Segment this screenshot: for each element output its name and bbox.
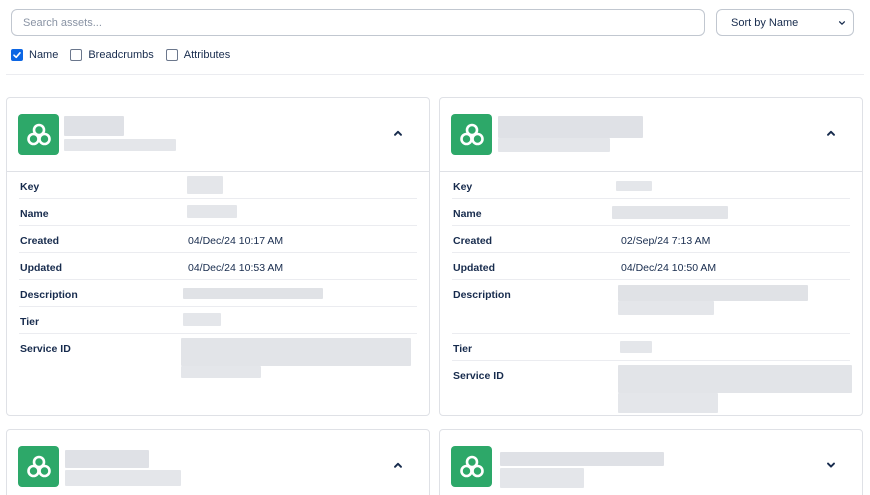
divider: [6, 74, 864, 75]
attribute-label: Tier: [453, 343, 473, 355]
redacted-value: [181, 366, 261, 378]
attribute-label: Service ID: [20, 343, 71, 355]
redacted-title: [498, 116, 643, 138]
collapse-button[interactable]: [824, 126, 838, 140]
attribute-label: Name: [20, 208, 49, 220]
asset-card: Key Name Created 02/Sep/24 7:13 AM Update…: [439, 97, 863, 416]
sort-select[interactable]: Sort by Name: [716, 9, 854, 36]
attribute-label: Updated: [453, 262, 495, 274]
attribute-label: Description: [20, 289, 78, 301]
chevron-up-icon: [827, 130, 835, 136]
attribute-label: Key: [20, 181, 40, 193]
redacted-value: [618, 365, 852, 393]
asset-card-header[interactable]: [440, 98, 862, 172]
asset-card: Key Name Created 04/Dec/24 10:17 AM Updat…: [6, 97, 430, 416]
sort-select-label: Sort by Name: [731, 16, 799, 29]
attribute-label: Service ID: [453, 370, 504, 382]
attribute-label: Created: [453, 235, 493, 247]
chevron-down-icon: [827, 462, 835, 468]
filter-attributes-label: Attributes: [183, 49, 231, 61]
redacted-value: [612, 206, 728, 219]
created-value: 04/Dec/24 10:17 AM: [188, 235, 284, 247]
asset-card-header[interactable]: [7, 430, 429, 495]
redacted-subtitle: [64, 139, 176, 151]
asset-card-header[interactable]: [7, 98, 429, 172]
attribute-label: Key: [453, 181, 473, 193]
attribute-row: Tier: [19, 307, 417, 334]
name-checkbox[interactable]: [11, 49, 23, 61]
chevron-up-icon: [394, 462, 402, 468]
three-rings-icon: [18, 446, 59, 487]
attribute-row: Description: [452, 280, 850, 334]
collapse-button[interactable]: [391, 458, 405, 472]
redacted-subtitle: [500, 468, 584, 488]
redacted-subtitle: [65, 470, 181, 486]
asset-card: [6, 429, 430, 495]
check-icon: [13, 52, 21, 59]
three-rings-icon: [451, 446, 492, 487]
redacted-value: [183, 313, 221, 326]
asset-card-header[interactable]: [440, 430, 862, 495]
filter-name[interactable]: Name: [11, 49, 58, 61]
updated-value: 04/Dec/24 10:50 AM: [621, 262, 717, 274]
updated-value: 04/Dec/24 10:53 AM: [188, 262, 284, 274]
chevron-up-icon: [394, 130, 402, 136]
attributes-checkbox[interactable]: [165, 49, 178, 61]
attribute-row: Service ID: [452, 361, 852, 415]
redacted-subtitle: [498, 138, 610, 152]
attribute-row: Updated 04/Dec/24 10:53 AM: [19, 253, 417, 280]
collapse-button[interactable]: [391, 126, 405, 140]
attribute-row: Service ID: [19, 334, 417, 394]
attribute-label: Updated: [20, 262, 62, 274]
redacted-value: [618, 301, 714, 315]
redacted-value: [618, 393, 718, 413]
attribute-row: Name: [452, 199, 850, 226]
redacted-value: [181, 338, 411, 366]
attribute-row: Key: [452, 172, 850, 199]
search-input[interactable]: [11, 9, 705, 36]
attribute-row: Created 02/Sep/24 7:13 AM: [452, 226, 850, 253]
attribute-row: Updated 04/Dec/24 10:50 AM: [452, 253, 850, 280]
redacted-title: [64, 116, 124, 136]
redacted-value: [616, 181, 652, 191]
attribute-label: Tier: [20, 316, 40, 328]
redacted-title: [500, 452, 664, 466]
created-value: 02/Sep/24 7:13 AM: [621, 235, 711, 247]
attribute-row: Created 04/Dec/24 10:17 AM: [19, 226, 417, 253]
filter-attributes[interactable]: Attributes: [165, 49, 231, 61]
filter-breadcrumbs-label: Breadcrumbs: [88, 49, 154, 61]
attribute-label: Name: [453, 208, 482, 220]
chevron-down-icon: [838, 20, 846, 25]
attribute-row: Tier: [452, 334, 850, 361]
attribute-row: Name: [19, 199, 417, 226]
redacted-value: [187, 205, 237, 218]
attribute-label: Description: [453, 289, 511, 301]
three-rings-icon: [451, 114, 492, 155]
redacted-value: [183, 288, 323, 299]
attribute-label: Created: [20, 235, 60, 247]
filter-options: Name Breadcrumbs Attributes: [11, 48, 242, 62]
three-rings-icon: [18, 114, 59, 155]
redacted-value: [618, 285, 808, 301]
attribute-row: Key: [19, 172, 417, 199]
redacted-value: [620, 341, 652, 353]
filter-name-label: Name: [29, 49, 59, 61]
redacted-title: [65, 450, 149, 468]
asset-card: [439, 429, 863, 495]
redacted-value: [187, 176, 223, 194]
breadcrumbs-checkbox[interactable]: [70, 49, 83, 61]
filter-breadcrumbs[interactable]: Breadcrumbs: [70, 49, 154, 61]
attribute-row: Description: [19, 280, 417, 307]
expand-button[interactable]: [824, 458, 838, 472]
